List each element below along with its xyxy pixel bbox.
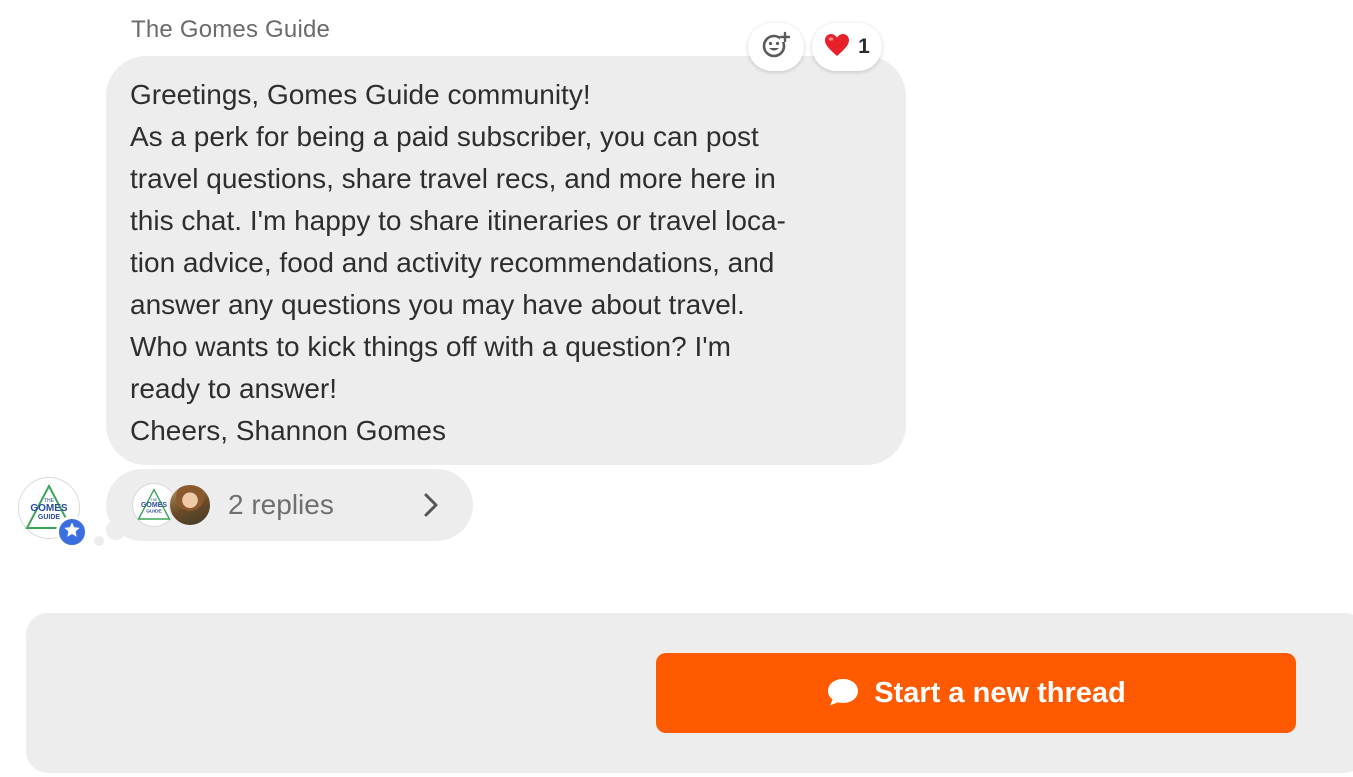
message-line: answer any questions you may have about … bbox=[130, 289, 745, 320]
reply-avatar-user-photo bbox=[168, 483, 212, 527]
message-line: As a perk for being a paid subscriber, y… bbox=[130, 121, 759, 152]
logo-text-guide: GUIDE bbox=[146, 509, 162, 515]
start-new-thread-button[interactable]: Start a new thread bbox=[656, 653, 1296, 733]
add-reaction-icon bbox=[761, 30, 791, 65]
logo-text-guide: GUIDE bbox=[38, 514, 61, 521]
message-line: Cheers, Shannon Gomes bbox=[130, 415, 446, 446]
message-line: Who wants to kick things off with a ques… bbox=[130, 331, 731, 362]
message-line: tion advice, food and activity recommend… bbox=[130, 247, 775, 278]
start-new-thread-label: Start a new thread bbox=[874, 676, 1126, 709]
thread-replies-button[interactable]: THE GOMES GUIDE 2 replies bbox=[106, 469, 473, 541]
chevron-right-icon bbox=[423, 491, 439, 524]
message-line: travel questions, share travel recs, and… bbox=[130, 163, 776, 194]
star-icon bbox=[63, 521, 81, 544]
message-line: ready to answer! bbox=[130, 373, 337, 404]
subscriber-badge bbox=[56, 516, 88, 548]
chat-bubble-icon bbox=[826, 677, 860, 710]
message-line: Greetings, Gomes Guide community! bbox=[130, 79, 591, 110]
add-reaction-button[interactable] bbox=[748, 23, 804, 71]
message-author-name[interactable]: The Gomes Guide bbox=[131, 16, 330, 44]
logo-text-gomes: GOMES bbox=[30, 503, 68, 514]
heart-icon bbox=[824, 33, 850, 62]
replies-count-label: 2 replies bbox=[228, 489, 334, 520]
logo-text-the: THE bbox=[151, 498, 159, 502]
logo-text-gomes: GOMES bbox=[141, 502, 167, 509]
heart-reaction-button[interactable]: 1 bbox=[812, 23, 882, 71]
message-line: this chat. I'm happy to share itinerarie… bbox=[130, 205, 786, 236]
chat-page: The Gomes Guide Greetings, Gomes Guide c… bbox=[0, 0, 1353, 777]
message-bubble: Greetings, Gomes Guide community! As a p… bbox=[106, 56, 906, 465]
heart-reaction-count: 1 bbox=[858, 35, 870, 58]
bubble-tail bbox=[94, 536, 104, 546]
